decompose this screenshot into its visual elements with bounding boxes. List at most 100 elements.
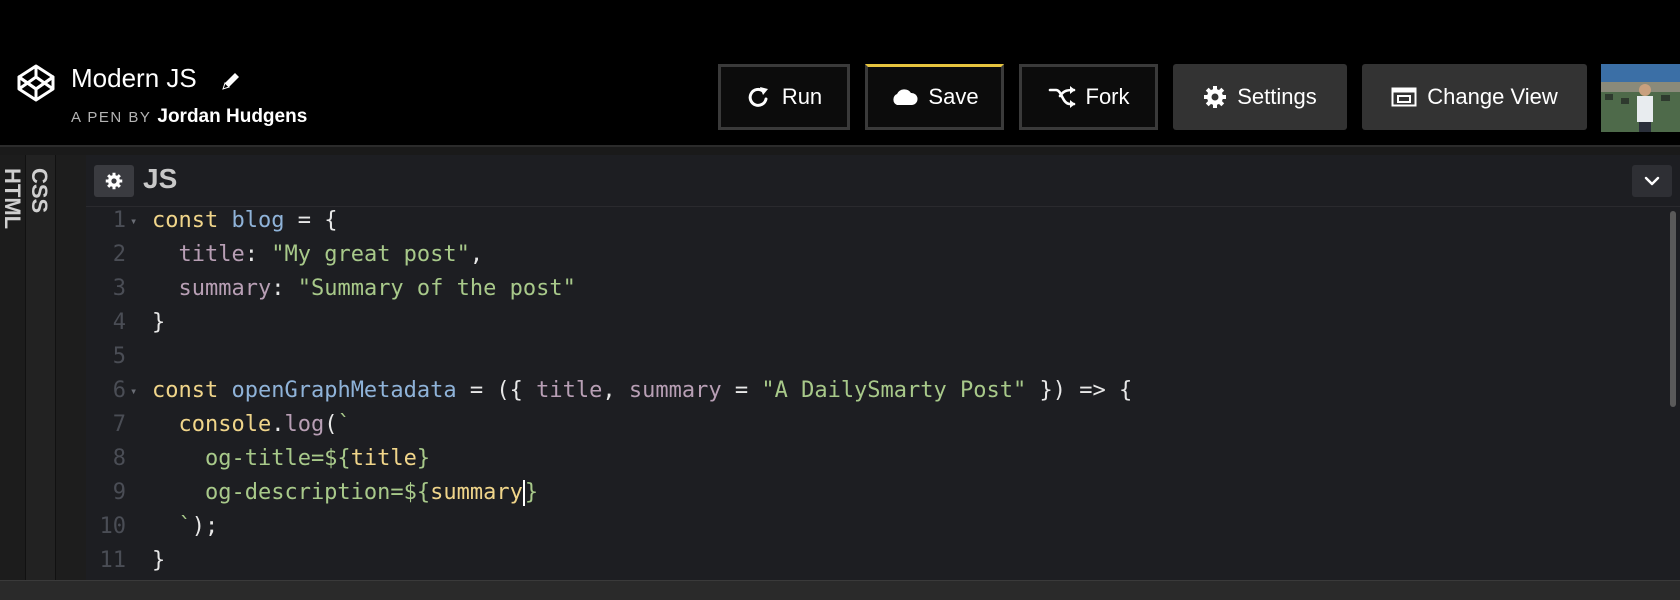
settings-button[interactable]: Settings	[1173, 64, 1347, 130]
refresh-icon	[748, 87, 768, 107]
code-text: }	[152, 544, 165, 578]
code-token: og-title=${	[152, 446, 351, 471]
author-link[interactable]: Jordan Hudgens	[157, 106, 307, 127]
code-token: );	[191, 514, 219, 539]
js-settings-button[interactable]	[94, 165, 134, 197]
byline-prefix: A PEN BY	[71, 109, 152, 126]
code-token: }	[152, 548, 166, 573]
html-tab-label[interactable]: HTML	[0, 168, 25, 229]
save-label: Save	[928, 84, 979, 109]
code-token: summary	[430, 480, 523, 505]
line-number: 4	[112, 310, 126, 335]
code-text: og-title=${title}	[152, 442, 430, 476]
code-line[interactable]: 6 ▾ const openGraphMetadata = ({ title, su…	[86, 374, 1666, 408]
gear-icon	[105, 172, 123, 190]
code-token: const	[152, 208, 219, 233]
code-line[interactable]: 9 og-description=${summary}	[86, 476, 1666, 510]
fold-arrow-icon[interactable]: ▾	[130, 374, 137, 408]
code-token: :	[271, 276, 298, 301]
code-token: "A DailySmarty Post"	[761, 378, 1027, 403]
gear-icon	[1204, 86, 1227, 108]
code-text: }	[152, 306, 165, 340]
code-token: title	[536, 378, 603, 403]
editor-collapse-button[interactable]	[1632, 165, 1672, 197]
code-line[interactable]: 2 title: "My great post",	[86, 238, 1666, 272]
line-number: 11	[99, 548, 127, 573]
code-token: blog	[231, 208, 285, 233]
fold-arrow-icon[interactable]: ▾	[130, 207, 137, 238]
save-button[interactable]: Save	[865, 64, 1004, 130]
code-text: `);	[152, 510, 218, 544]
scrollbar-thumb[interactable]	[1670, 211, 1676, 407]
user-avatar[interactable]	[1601, 64, 1680, 132]
line-number: 1	[112, 208, 126, 233]
line-number: 10	[99, 514, 127, 539]
code-token: og-description=${	[152, 480, 431, 505]
code-token: .	[271, 412, 285, 437]
code-token: :	[244, 242, 272, 267]
code-token: console	[178, 412, 272, 437]
line-number: 8	[112, 446, 126, 471]
change-view-button[interactable]: Change View	[1362, 64, 1587, 130]
code-token: openGraphMetadata	[231, 378, 457, 403]
run-label: Run	[781, 84, 823, 109]
code-token: }	[416, 446, 431, 471]
editor-title: JS	[143, 163, 178, 194]
run-button[interactable]: Run	[718, 64, 850, 130]
code-line[interactable]: 3 summary: "Summary of the post"	[86, 272, 1666, 306]
code-token: summary	[628, 378, 722, 403]
code-token: }	[524, 480, 539, 505]
css-tab[interactable]	[26, 155, 56, 600]
js-editor-header: JS	[86, 155, 1680, 207]
code-token: = {	[284, 208, 338, 233]
fork-button[interactable]: Fork	[1019, 64, 1158, 130]
line-number: 5	[112, 344, 126, 369]
header-divider[interactable]	[0, 145, 1680, 155]
bottom-bar	[0, 580, 1680, 600]
code-token: const	[152, 378, 219, 403]
code-text: summary: "Summary of the post"	[152, 272, 576, 306]
fork-label: Fork	[1085, 84, 1130, 109]
pencil-icon[interactable]	[220, 70, 242, 92]
code-token: summary	[178, 276, 272, 301]
code-text: const blog = {	[152, 207, 337, 238]
code-token: title	[178, 242, 245, 267]
line-number: 6	[112, 378, 126, 403]
code-token: title	[350, 446, 417, 471]
code-editor[interactable]: 1 ▾ const blog = {2 title: "My great post"…	[86, 207, 1666, 580]
code-text: og-description=${summary}	[152, 476, 538, 510]
code-line[interactable]: 5	[86, 340, 1666, 374]
code-token: "Summary of the post"	[297, 276, 576, 301]
code-text: title: "My great post",	[152, 238, 484, 272]
code-token: =	[721, 378, 762, 403]
code-line[interactable]: 7 console.log(`	[86, 408, 1666, 442]
line-number: 9	[112, 480, 126, 505]
editor-scrollbar[interactable]	[1666, 207, 1680, 580]
cloud-icon	[893, 89, 918, 105]
code-token: `	[152, 514, 192, 539]
code-token: ,	[602, 378, 629, 403]
code-line[interactable]: 11}	[86, 544, 1666, 578]
code-line[interactable]: 10 `);	[86, 510, 1666, 544]
settings-label: Settings	[1237, 84, 1317, 109]
code-token: }) => {	[1026, 378, 1133, 403]
pen-title[interactable]: Modern JS	[71, 62, 197, 94]
app-header: Modern JS A PEN BY Jordan Hudgens Run Sav…	[0, 0, 1680, 145]
css-tab-label[interactable]: CSS	[26, 168, 52, 213]
editor-resize-gutter[interactable]	[56, 155, 86, 600]
codepen-logo-icon[interactable]	[16, 63, 56, 103]
code-token: ,	[469, 242, 484, 267]
change-view-label: Change View	[1427, 84, 1558, 109]
fork-icon	[1048, 86, 1075, 108]
line-number: 3	[112, 276, 126, 301]
code-line[interactable]: 4}	[86, 306, 1666, 340]
code-token: `	[337, 412, 351, 437]
code-line[interactable]: 1 ▾ const blog = {	[86, 207, 1666, 238]
code-line[interactable]: 8 og-title=${title}	[86, 442, 1666, 476]
pen-byline: A PEN BY Jordan Hudgens	[71, 104, 307, 131]
code-token: = ({	[456, 378, 537, 403]
